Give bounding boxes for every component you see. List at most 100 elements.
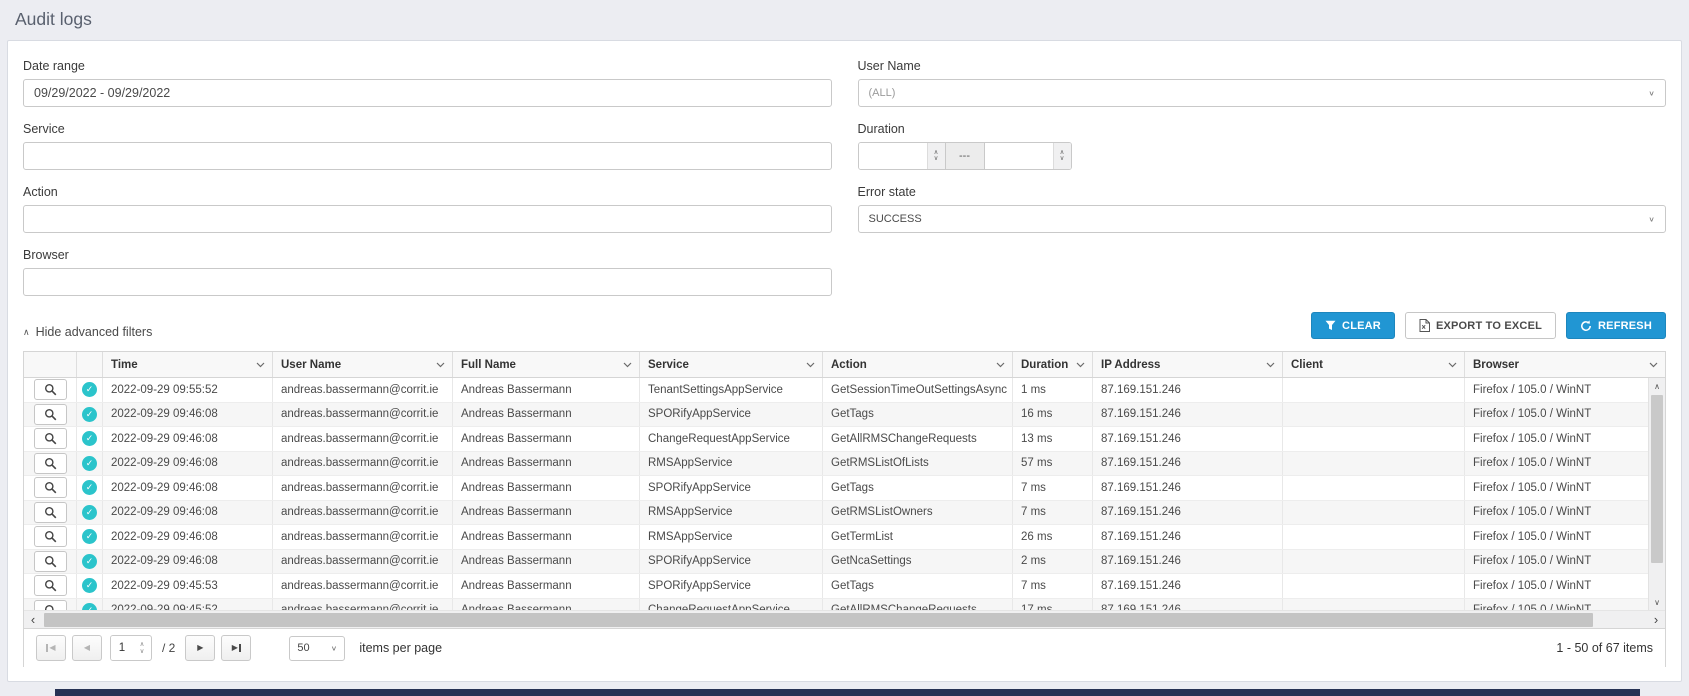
cell-ip-address: 87.169.151.246 <box>1093 550 1283 574</box>
cell-ip-address: 87.169.151.246 <box>1093 501 1283 525</box>
cell-service: RMSAppService <box>640 452 823 476</box>
cell-time: 2022-09-29 09:46:08 <box>103 403 273 427</box>
column-header[interactable]: Duration <box>1013 352 1093 377</box>
date-range-input[interactable] <box>23 79 832 107</box>
search-icon <box>44 383 57 396</box>
column-menu-chevron-down-icon[interactable] <box>1649 362 1658 368</box>
hide-advanced-filters-link[interactable]: ∧ Hide advanced filters <box>23 325 152 339</box>
items-per-page-select[interactable]: 50 ∨ <box>289 636 345 661</box>
horizontal-scrollbar-track[interactable] <box>42 612 1647 628</box>
duration-min-spinner[interactable]: ∧ ∨ <box>927 143 945 169</box>
column-menu-chevron-down-icon[interactable] <box>806 362 815 368</box>
column-header[interactable]: Full Name <box>453 352 640 377</box>
page-number-spinner[interactable]: ∧ ∨ <box>133 636 151 660</box>
row-detail-button[interactable] <box>34 502 67 523</box>
cell-client <box>1283 525 1465 549</box>
browser-input[interactable] <box>23 268 832 296</box>
row-detail-button[interactable] <box>34 453 67 474</box>
row-detail-button[interactable] <box>34 526 67 547</box>
first-page-button[interactable]: ◀ <box>36 635 66 661</box>
success-status-icon: ✓ <box>82 603 97 610</box>
table-row: ✓ 2022-09-29 09:46:08 andreas.bassermann… <box>24 427 1665 452</box>
horizontal-scrollbar[interactable]: ‹ › <box>24 610 1665 628</box>
row-detail-button[interactable] <box>34 379 67 400</box>
table-body: ✓ 2022-09-29 09:55:52 andreas.bassermann… <box>24 378 1665 610</box>
refresh-button[interactable]: REFRESH <box>1566 312 1666 339</box>
duration-max-spinner[interactable]: ∧ ∨ <box>1053 143 1071 169</box>
service-input[interactable] <box>23 142 832 170</box>
action-input[interactable] <box>23 205 832 233</box>
service-label: Service <box>23 122 832 136</box>
last-page-button[interactable]: ▶ <box>221 635 251 661</box>
cell-time: 2022-09-29 09:45:53 <box>103 574 273 598</box>
column-menu-chevron-down-icon[interactable] <box>1448 362 1457 368</box>
column-header[interactable]: IP Address <box>1093 352 1283 377</box>
cell-browser: Firefox / 105.0 / WinNT <box>1465 501 1665 525</box>
row-detail-button[interactable] <box>34 428 67 449</box>
row-detail-button[interactable] <box>34 551 67 572</box>
export-to-excel-button[interactable]: EXPORT TO EXCEL <box>1405 312 1556 339</box>
column-header-label: Service <box>648 359 689 371</box>
error-state-select[interactable]: SUCCESS ∨ <box>858 205 1667 233</box>
horizontal-scrollbar-thumb[interactable] <box>44 613 1593 627</box>
success-status-icon: ✓ <box>82 456 97 471</box>
row-detail-button[interactable] <box>34 477 67 498</box>
excel-file-icon <box>1419 319 1430 332</box>
column-header[interactable]: Time <box>103 352 273 377</box>
user-name-field: User Name (ALL) ∨ <box>858 59 1667 107</box>
check-icon: ✓ <box>86 434 94 443</box>
previous-page-button[interactable]: ◀ <box>72 635 102 661</box>
user-name-select-value: (ALL) <box>869 87 896 99</box>
vertical-scrollbar[interactable]: ∧ ∨ <box>1648 378 1665 610</box>
spinner-down-icon: ∨ <box>140 648 145 655</box>
column-menu-chevron-down-icon[interactable] <box>1266 362 1275 368</box>
vertical-scrollbar-thumb[interactable] <box>1651 395 1663 563</box>
next-page-button[interactable]: ▶ <box>185 635 215 661</box>
cell-duration: 17 ms <box>1013 599 1093 611</box>
cell-duration: 1 ms <box>1013 378 1093 402</box>
column-menu-chevron-down-icon[interactable] <box>256 362 265 368</box>
column-menu-chevron-down-icon[interactable] <box>436 362 445 368</box>
cell-client <box>1283 378 1465 402</box>
column-header[interactable]: Client <box>1283 352 1465 377</box>
chevron-down-icon: ∨ <box>331 644 338 653</box>
audit-logs-panel: Date range User Name (ALL) ∨ Service Dur… <box>7 40 1682 682</box>
column-menu-chevron-down-icon[interactable] <box>1076 362 1085 368</box>
column-menu-chevron-down-icon[interactable] <box>623 362 632 368</box>
detail-column-header <box>24 352 77 377</box>
row-detail-button[interactable] <box>34 404 67 425</box>
table-row: ✓ 2022-09-29 09:46:08 andreas.bassermann… <box>24 403 1665 428</box>
success-status-icon: ✓ <box>82 505 97 520</box>
cell-client <box>1283 476 1465 500</box>
check-icon: ✓ <box>86 581 94 590</box>
scroll-up-icon[interactable]: ∧ <box>1649 378 1665 394</box>
user-name-select[interactable]: (ALL) ∨ <box>858 79 1667 107</box>
cell-full-name: Andreas Bassermann <box>453 476 640 500</box>
table-row: ✓ 2022-09-29 09:45:52 andreas.bassermann… <box>24 599 1665 611</box>
check-icon: ✓ <box>86 532 94 541</box>
column-menu-chevron-down-icon[interactable] <box>996 362 1005 368</box>
cell-service: RMSAppService <box>640 525 823 549</box>
column-header[interactable]: Service <box>640 352 823 377</box>
clear-button[interactable]: CLEAR <box>1311 312 1395 339</box>
column-header[interactable]: Browser <box>1465 352 1665 377</box>
audit-logs-table: Time User Name Full Name Service Action … <box>23 351 1666 667</box>
pager: ◀ ◀ ∧ ∨ / 2 ▶ ▶ 50 ∨ ite <box>24 628 1665 667</box>
cell-service: SPORifyAppService <box>640 550 823 574</box>
column-header[interactable]: Action <box>823 352 1013 377</box>
column-header-label: Client <box>1291 359 1323 371</box>
row-detail-button[interactable] <box>34 575 67 596</box>
cell-action: GetNcaSettings <box>823 550 1013 574</box>
table-row: ✓ 2022-09-29 09:46:08 andreas.bassermann… <box>24 550 1665 575</box>
page-number-input[interactable] <box>111 636 133 660</box>
cell-client <box>1283 403 1465 427</box>
date-range-label: Date range <box>23 59 832 73</box>
cell-full-name: Andreas Bassermann <box>453 599 640 611</box>
cell-service: RMSAppService <box>640 501 823 525</box>
table-row: ✓ 2022-09-29 09:46:08 andreas.bassermann… <box>24 452 1665 477</box>
scroll-down-icon[interactable]: ∨ <box>1649 594 1665 610</box>
scroll-right-icon[interactable]: › <box>1647 612 1665 628</box>
row-detail-button[interactable] <box>34 600 67 610</box>
scroll-left-icon[interactable]: ‹ <box>24 612 42 628</box>
column-header[interactable]: User Name <box>273 352 453 377</box>
